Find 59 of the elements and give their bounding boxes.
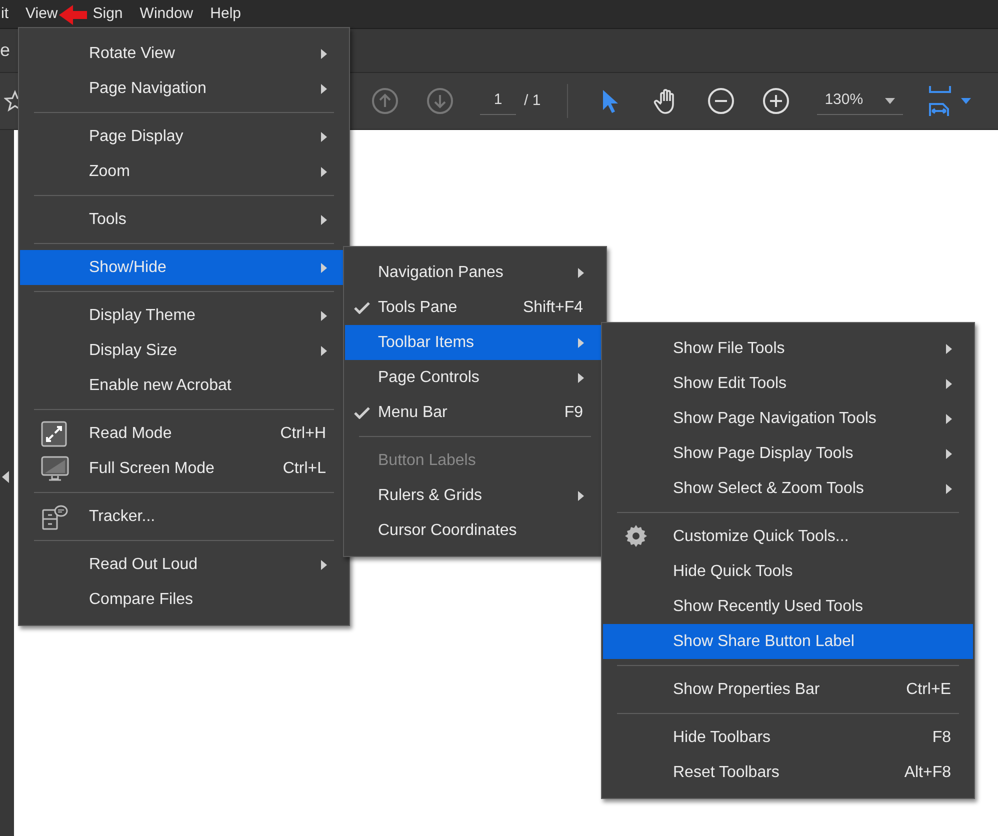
expand-panel-icon[interactable] [2,471,10,483]
menu-item[interactable]: Navigation Panes [345,255,605,290]
menu-item[interactable]: Full Screen Mode Ctrl+L [20,451,348,486]
shortcut-label: Alt+F8 [904,762,951,782]
page-total: / 1 [524,90,541,111]
menu-item[interactable]: Sign [92,0,124,28]
menu-item[interactable]: Rotate View [20,36,348,71]
shortcut-label: Shift+F4 [522,298,583,318]
menu-item[interactable]: Tracker... [20,499,348,534]
arrow-icon [59,5,87,25]
menu-item[interactable]: Tools Pane Shift+F4 [345,290,605,325]
menu-item[interactable]: View [24,0,59,28]
zoom-in-icon[interactable] [762,87,790,115]
menu-item[interactable]: Window [138,0,194,28]
menu-item[interactable]: Help [209,0,242,28]
menu-item[interactable]: Customize Quick Tools... [603,519,973,554]
menu-item[interactable]: Page Display [20,119,348,154]
caret-icon [884,98,895,104]
menu-item[interactable]: Show Page Display Tools [603,436,973,471]
menu-item[interactable]: Menu Bar F9 [345,395,605,430]
menu-item[interactable]: Zoom [20,154,348,189]
next-page-icon[interactable] [426,87,454,115]
tracker-icon [40,504,68,530]
menu-item[interactable]: Display Size [20,333,348,368]
menu-item[interactable]: Read Mode Ctrl+H [20,416,348,451]
shortcut-label: F8 [932,728,951,748]
menu-item[interactable]: Display Theme [20,298,348,333]
menu-item[interactable]: Rulers & Grids [345,478,605,513]
monitor-icon [40,456,68,482]
tab-label[interactable]: e [0,37,10,64]
shortcut-label: Ctrl+E [906,680,951,700]
check-icon [354,406,370,418]
menu-item[interactable]: Reset Toolbars Alt+F8 [603,755,973,790]
menu-item[interactable]: Show File Tools [603,331,973,366]
menu-item[interactable]: Show Properties Bar Ctrl+E [603,672,973,707]
menu-item[interactable]: Show Edit Tools [603,366,973,401]
menu-item[interactable]: Page Navigation [20,71,348,106]
menu-item[interactable]: Tools [20,202,348,237]
menu-item[interactable]: Show Recently Used Tools [603,589,973,624]
check-icon [354,302,370,314]
menu-item[interactable]: Read Out Loud [20,547,348,582]
menu-item[interactable]: Hide Toolbars F8 [603,720,973,755]
page-number-field[interactable]: 1 [480,87,516,115]
menu-item[interactable]: it [0,0,10,28]
shortcut-label: Ctrl+H [280,424,326,444]
read-mode-icon [40,420,68,446]
menu-item[interactable]: Compare Files [20,582,348,617]
menu-item[interactable]: Show Page Navigation Tools [603,401,973,436]
menu-item[interactable]: Cursor Coordinates [345,513,605,548]
menu-item[interactable]: Show Share Button Label [603,624,973,659]
menu-item[interactable]: Hide Quick Tools [603,554,973,589]
menu-item[interactable]: Page Controls [345,360,605,395]
shortcut-label: F9 [564,402,583,422]
shortcut-label: Ctrl+L [282,458,326,478]
menu-item[interactable]: Show Select & Zoom Tools [603,471,973,506]
zoom-dropdown[interactable]: 130% [816,87,903,115]
caret-icon[interactable] [960,98,971,104]
zoom-out-icon[interactable] [706,87,735,115]
previous-page-icon[interactable] [371,87,399,115]
